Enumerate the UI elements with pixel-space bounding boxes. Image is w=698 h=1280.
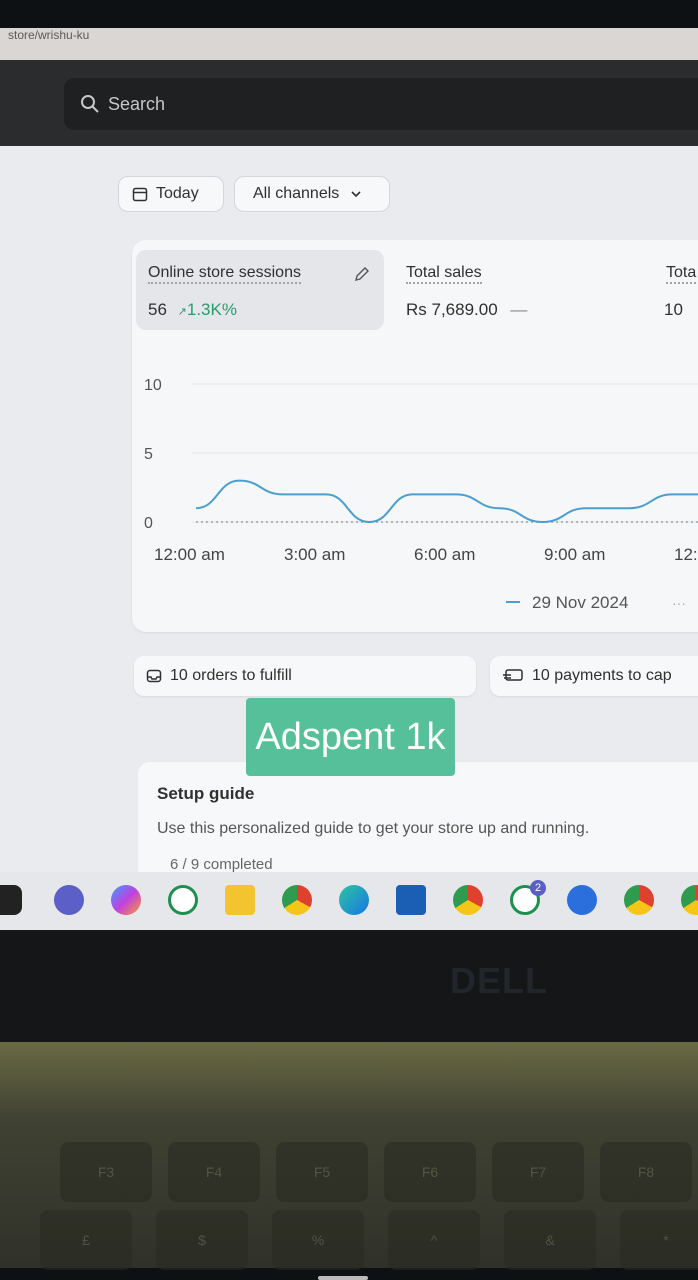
orders-to-fulfill-card[interactable]: 10 orders to fulfill	[134, 656, 476, 696]
y-tick-label: 5	[144, 446, 153, 463]
chrome-profile-icon[interactable]	[453, 885, 483, 915]
url-fragment: store/wrishu-ku	[8, 28, 90, 42]
metric-value-third: 10	[664, 300, 683, 319]
setup-guide-title: Setup guide	[157, 784, 255, 803]
calendar-icon	[132, 187, 148, 202]
x-tick-label: 9:00 am	[544, 545, 605, 564]
channel-filter-dropdown[interactable]: All channels	[234, 176, 390, 212]
notification-badge: 2	[530, 880, 546, 896]
dell-logo: DELL	[450, 960, 548, 1001]
file-explorer-icon[interactable]	[225, 885, 255, 915]
key-caret: ^	[388, 1210, 480, 1270]
chrome-icon[interactable]	[282, 885, 312, 915]
laptop-bezel	[0, 930, 698, 1042]
channel-filter-label: All channels	[253, 185, 340, 202]
task-view-icon[interactable]	[0, 885, 22, 915]
adspent-overlay-label: Adspent 1k	[246, 698, 455, 776]
inbox-icon	[146, 669, 162, 683]
legend-label-previous: ···	[672, 595, 686, 611]
y-tick-label: 10	[144, 377, 162, 394]
microsoft-store-icon[interactable]	[396, 885, 426, 915]
whatsapp-icon[interactable]	[168, 885, 198, 915]
key-f4: F4	[168, 1142, 260, 1202]
payments-to-capture-card[interactable]: 10 payments to cap	[490, 656, 698, 696]
teams-icon[interactable]	[54, 885, 84, 915]
trend-up-icon: ↗	[177, 306, 187, 318]
laptop-keyboard: F3 F4 F5 F6 F7 F8 £ $ % ^ & *	[0, 1042, 698, 1270]
metric-label-sessions: Online store sessions	[148, 264, 301, 284]
orders-to-fulfill-label: 10 orders to fulfill	[170, 667, 292, 684]
series-line-29-nov-2024	[195, 479, 698, 524]
search-input[interactable]: Search	[108, 94, 165, 115]
metric-value-sessions: 56 ↗1.3K%	[148, 300, 237, 319]
search-bar[interactable]: Search	[64, 78, 698, 130]
browser-url-strip: store/wrishu-ku	[0, 28, 698, 64]
metric-label-sales[interactable]: Total sales	[406, 264, 482, 284]
chrome-alt-icon[interactable]	[624, 885, 654, 915]
key-dollar: $	[156, 1210, 248, 1270]
key-f3: F3	[60, 1142, 152, 1202]
pencil-icon[interactable]	[352, 264, 372, 284]
edge-icon[interactable]	[339, 885, 369, 915]
chrome-remote-icon[interactable]	[567, 885, 597, 915]
y-tick-label: 0	[144, 515, 153, 532]
x-tick-label: 12:00 am	[154, 545, 225, 564]
date-filter-button[interactable]: Today	[118, 176, 224, 212]
sessions-line-chart: 10 5 012:00 am 3:00 am 6:00 am 9:00 am 12: 29 N…	[144, 377, 698, 612]
copilot-icon[interactable]	[111, 885, 141, 915]
metric-change-sales: —	[510, 300, 528, 319]
search-icon	[81, 95, 99, 113]
key-f8: F8	[600, 1142, 692, 1202]
setup-guide-progress: 6 / 9 completed	[170, 856, 273, 873]
legend-label-current: 29 Nov 2024	[532, 593, 628, 612]
x-tick-label: 12:	[674, 545, 698, 564]
date-filter-label: Today	[156, 185, 199, 202]
key-pound: £	[40, 1210, 132, 1270]
key-asterisk: *	[620, 1210, 698, 1270]
payments-to-capture-label: 10 payments to cap	[532, 667, 672, 684]
setup-guide-description: Use this personalized guide to get your …	[157, 820, 590, 837]
key-f6: F6	[384, 1142, 476, 1202]
chrome-extra-icon[interactable]	[681, 885, 698, 915]
metric-change-sessions: 1.3K%	[186, 300, 237, 319]
key-f5: F5	[276, 1142, 368, 1202]
key-ampersand: &	[504, 1210, 596, 1270]
x-tick-label: 3:00 am	[284, 545, 345, 564]
metric-value-sales: Rs 7,689.00 —	[406, 300, 528, 319]
home-indicator	[318, 1276, 368, 1280]
key-f7: F7	[492, 1142, 584, 1202]
x-tick-label: 6:00 am	[414, 545, 475, 564]
metric-label-third[interactable]: Tota	[666, 264, 697, 284]
windows-taskbar: 2	[0, 872, 698, 930]
key-percent: %	[272, 1210, 364, 1270]
payment-icon	[503, 669, 523, 681]
setup-guide-card: Setup guide Use this personalized guide …	[138, 762, 698, 882]
chevron-down-icon	[351, 191, 361, 198]
